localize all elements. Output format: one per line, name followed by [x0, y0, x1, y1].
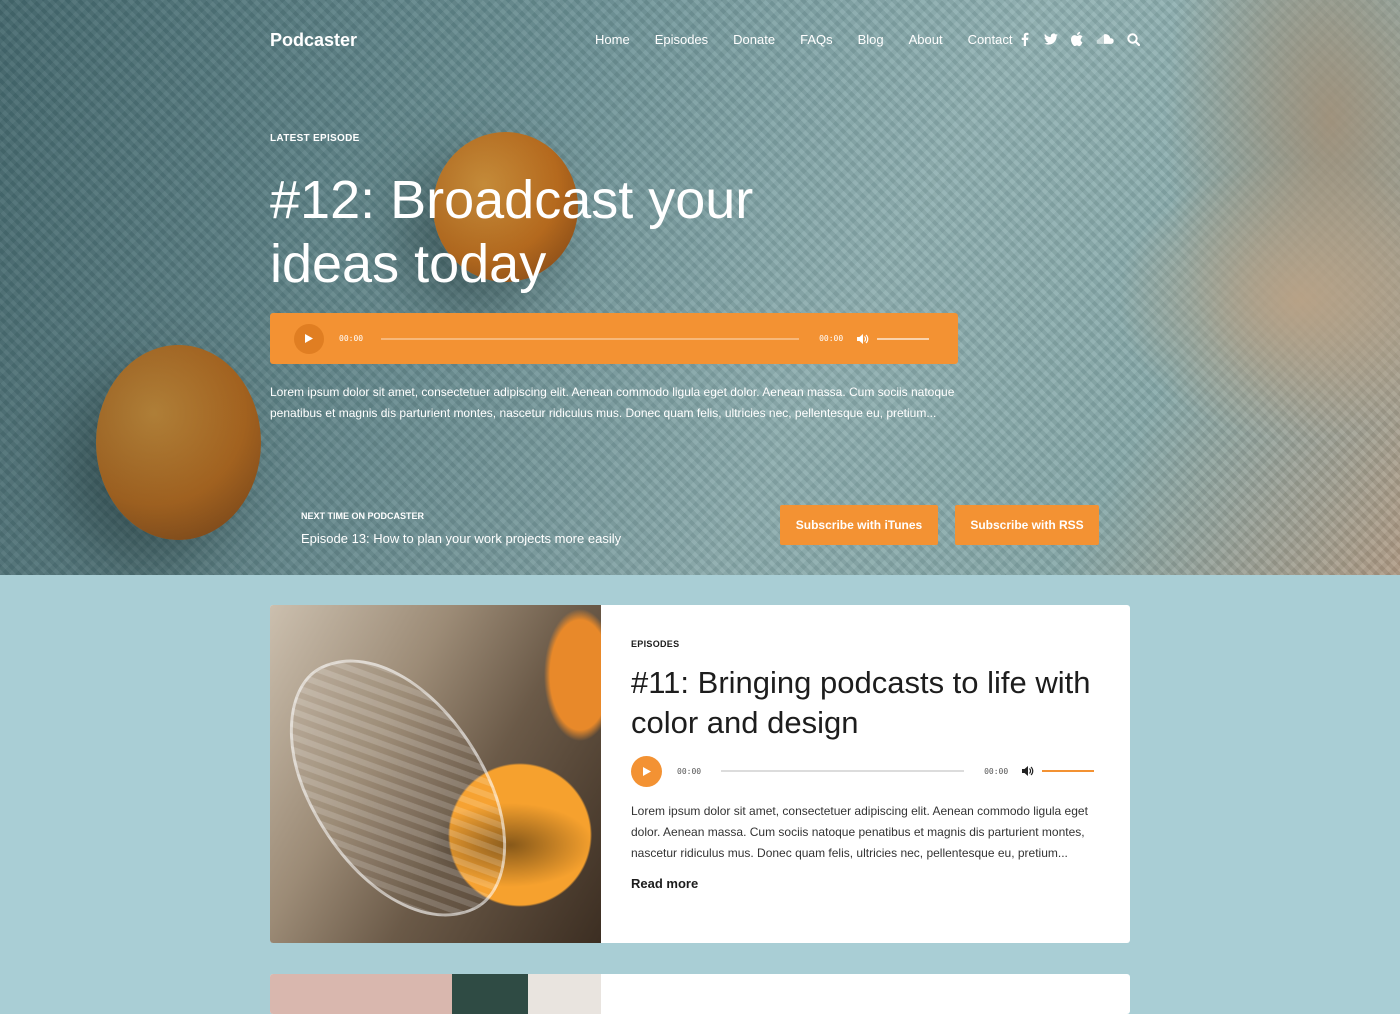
search-icon[interactable]	[1126, 31, 1140, 47]
facebook-icon[interactable]	[1018, 31, 1032, 47]
hero-kicker: LATEST EPISODE	[270, 133, 360, 144]
hero-episode-title[interactable]: #12: Broadcast your ideas today	[270, 168, 890, 296]
duration: 00:00	[984, 766, 1009, 776]
episode-excerpt: Lorem ipsum dolor sit amet, consectetuer…	[631, 804, 1088, 860]
nav-home[interactable]: Home	[595, 32, 630, 47]
apple-icon[interactable]	[1070, 31, 1084, 47]
soundcloud-icon[interactable]	[1096, 31, 1114, 47]
nav-episodes[interactable]: Episodes	[655, 32, 708, 47]
episode-thumbnail[interactable]	[270, 974, 601, 1014]
play-icon	[642, 766, 651, 776]
hero-audio-player: 00:00 00:00	[270, 313, 958, 364]
next-episode-label: NEXT TIME ON PODCASTER	[301, 511, 425, 521]
hero-excerpt: Lorem ipsum dolor sit amet, consectetuer…	[270, 385, 955, 420]
episode-card-body: EPISODES #11: Bringing podcasts to life …	[631, 639, 1101, 893]
current-time: 00:00	[677, 766, 702, 776]
read-more-link[interactable]: Read more	[631, 876, 698, 891]
progress-bar[interactable]	[721, 770, 965, 772]
play-icon	[305, 334, 313, 343]
episode-title[interactable]: #11: Bringing podcasts to life with colo…	[631, 663, 1101, 743]
volume-icon[interactable]	[1022, 766, 1034, 776]
subscribe-rss-button[interactable]: Subscribe with RSS	[955, 505, 1099, 545]
nav-blog[interactable]: Blog	[858, 32, 884, 47]
duration: 00:00	[819, 334, 844, 343]
nav-donate[interactable]: Donate	[733, 32, 775, 47]
episode-card: EPISODES #11: Bringing podcasts to life …	[270, 605, 1130, 943]
social-links	[1018, 31, 1140, 47]
volume-slider[interactable]	[877, 337, 930, 340]
progress-bar[interactable]	[381, 337, 800, 340]
current-time: 00:00	[339, 334, 364, 343]
episode-category[interactable]: EPISODES	[631, 639, 1101, 649]
hero-section: Podcaster Home Episodes Donate FAQs Blog…	[0, 0, 1400, 575]
nav-faqs[interactable]: FAQs	[800, 32, 833, 47]
nav-about[interactable]: About	[909, 32, 943, 47]
next-episode-title: Episode 13: How to plan your work projec…	[301, 531, 622, 546]
episode-audio-player: 00:00 00:00	[631, 755, 1101, 787]
volume-slider[interactable]	[1042, 770, 1095, 772]
nav-contact[interactable]: Contact	[968, 32, 1013, 47]
play-button[interactable]	[294, 323, 324, 354]
episode-thumbnail[interactable]	[270, 605, 601, 943]
glass-bowl-image	[270, 621, 539, 943]
episode-card	[270, 974, 1130, 1014]
twitter-icon[interactable]	[1044, 31, 1058, 47]
subscribe-itunes-button[interactable]: Subscribe with iTunes	[780, 505, 938, 545]
play-button[interactable]	[631, 755, 662, 787]
main-nav: Home Episodes Donate FAQs Blog About Con…	[595, 32, 1037, 47]
site-logo[interactable]: Podcaster	[270, 30, 357, 51]
orange-image	[96, 345, 261, 540]
volume-icon[interactable]	[857, 333, 869, 344]
